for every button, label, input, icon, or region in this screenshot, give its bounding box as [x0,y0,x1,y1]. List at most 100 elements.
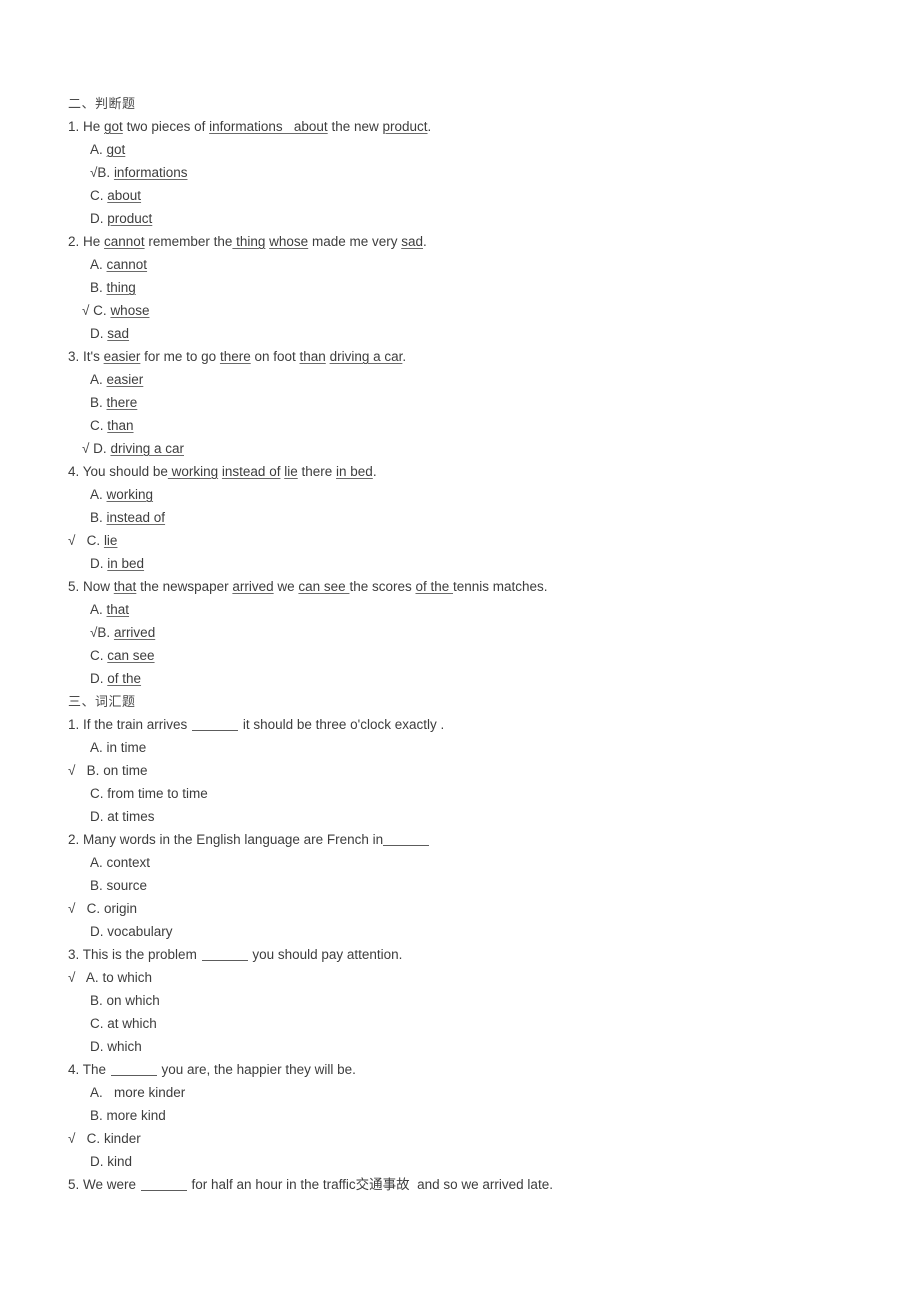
option-text: arrived [113,625,156,640]
option-letter: D. [90,671,108,686]
option-letter: A. [90,372,107,387]
option-row[interactable]: D. sad [68,322,858,345]
option-row[interactable]: A. context [68,851,858,874]
option-letter: A. [90,602,107,617]
answer-blank[interactable] [383,845,430,846]
option-row[interactable]: √ C. lie [68,529,858,552]
option-row[interactable]: C. at which [68,1012,858,1035]
underlined-fragment: that [113,579,137,594]
option-row[interactable]: D. kind [68,1150,858,1173]
prompt-text: It's [83,349,104,364]
underlined-fragment: informations about [209,119,328,134]
underlined-fragment: there [219,349,251,364]
option-row[interactable]: D. product [68,207,858,230]
option-letter: C. [90,648,108,663]
option-letter: C. [86,533,104,548]
option-text: driving a car [110,441,184,456]
question-number: 1. [68,119,84,134]
option-letter: D. [90,1154,108,1169]
question-number: 5. [68,579,84,594]
correct-answer-checkmark: √ [82,441,94,456]
option-row[interactable]: √ D. driving a car [68,437,858,460]
option-letter: D. [90,1039,108,1054]
question-prompt: 3. It's easier for me to go there on foo… [68,345,858,368]
prompt-text: He [83,234,105,249]
question-prompt: 5. Now that the newspaper arrived we can… [68,575,858,598]
option-text: kinder [103,1131,141,1146]
option-row[interactable]: D. at times [68,805,858,828]
option-row[interactable]: B. on which [68,989,858,1012]
option-row[interactable]: A. easier [68,368,858,391]
underlined-fragment: thing [232,234,266,249]
prompt-text: you are, the happier they will be. [157,1062,356,1077]
option-row[interactable]: A. more kinder [68,1081,858,1104]
option-row[interactable]: √ C. whose [68,299,858,322]
underlined-fragment: of the [415,579,454,594]
option-text: in bed [107,556,145,571]
option-text: on which [106,993,160,1008]
underlined-fragment: can see [298,579,350,594]
correct-answer-checkmark: √ [68,1131,87,1146]
option-row[interactable]: D. in bed [68,552,858,575]
underlined-fragment: whose [269,234,309,249]
answer-blank[interactable] [110,1075,157,1076]
option-letter: A. [90,740,107,755]
option-letter: D. [90,211,108,226]
option-letter: C. [86,901,104,916]
underlined-fragment: arrived [232,579,274,594]
option-row[interactable]: A. in time [68,736,858,759]
option-letter: D. [93,441,111,456]
prompt-text: there [297,464,337,479]
option-text: of the [107,671,142,686]
option-letter: A. [90,487,107,502]
option-text: in time [106,740,147,755]
option-row[interactable]: B. there [68,391,858,414]
option-row[interactable]: √B. informations [68,161,858,184]
option-text: than [107,418,134,433]
answer-blank[interactable] [192,730,239,731]
option-text: thing [106,280,136,295]
option-letter: C. [90,1016,108,1031]
option-row[interactable]: √ C. origin [68,897,858,920]
option-row[interactable]: A. cannot [68,253,858,276]
prompt-text: He [83,119,105,134]
option-row[interactable]: D. of the [68,667,858,690]
option-text: about [107,188,142,203]
question-prompt: 1. He got two pieces of informations abo… [68,115,858,138]
option-text: at which [107,1016,157,1031]
option-row[interactable]: C. about [68,184,858,207]
underlined-fragment: got [104,119,123,134]
option-row[interactable]: √B. arrived [68,621,858,644]
option-row[interactable]: √ B. on time [68,759,858,782]
option-row[interactable]: B. thing [68,276,858,299]
option-row[interactable]: √ A. to which [68,966,858,989]
worksheet-page: 二、判断题 1. He got two pieces of information… [68,92,858,1196]
option-row[interactable]: A. that [68,598,858,621]
option-row[interactable]: C. from time to time [68,782,858,805]
option-row[interactable]: √ C. kinder [68,1127,858,1150]
option-row[interactable]: A. got [68,138,858,161]
answer-blank[interactable] [140,1190,187,1191]
option-row[interactable]: D. vocabulary [68,920,858,943]
prompt-text: 4. The [68,1062,110,1077]
option-row[interactable]: B. instead of [68,506,858,529]
underlined-fragment: instead of [221,464,281,479]
answer-blank[interactable] [201,960,248,961]
option-row[interactable]: B. more kind [68,1104,858,1127]
option-row[interactable]: D. which [68,1035,858,1058]
correct-answer-checkmark: √ [68,901,87,916]
option-letter: A. [90,142,107,157]
question-prompt: 4. The you are, the happier they will be… [68,1058,858,1081]
prompt-text: for me to go [140,349,220,364]
option-row[interactable]: A. working [68,483,858,506]
prompt-text: 2. Many words in the English language ar… [68,832,384,847]
prompt-text: made me very [308,234,402,249]
option-row[interactable]: C. can see [68,644,858,667]
prompt-text: 5. We were [68,1177,140,1192]
option-row[interactable]: C. than [68,414,858,437]
prompt-text: you should pay attention. [248,947,403,962]
option-row[interactable]: B. source [68,874,858,897]
prompt-text: it should be three o'clock exactly . [239,717,445,732]
option-letter: B. [90,1108,107,1123]
prompt-text: . [427,119,432,134]
